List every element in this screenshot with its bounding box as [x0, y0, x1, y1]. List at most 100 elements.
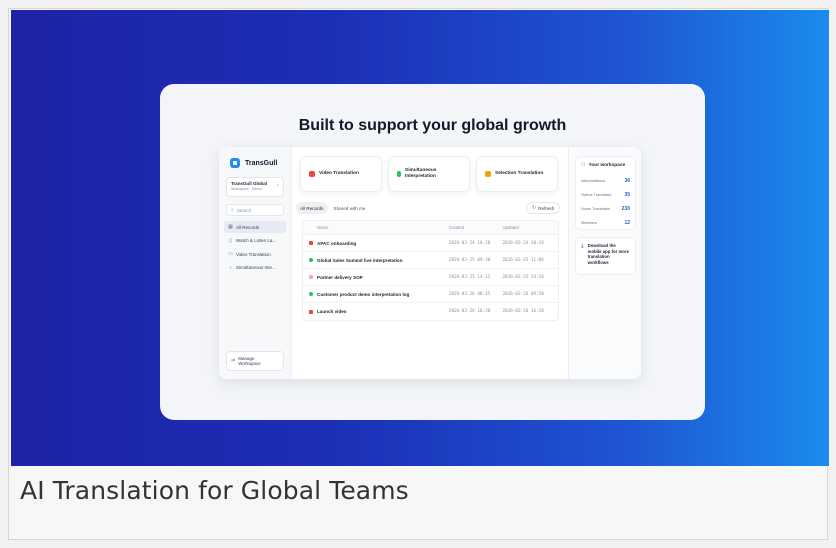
sidebar-item-label: Video Translation: [236, 251, 271, 257]
stat-label: Videos Translated: [581, 193, 612, 197]
search-placeholder: Search: [236, 207, 252, 213]
search-icon: ⌕: [231, 207, 234, 213]
row-name: Launch video: [317, 309, 347, 314]
search-input[interactable]: ⌕ Search: [226, 204, 284, 216]
row-name: APAC onboarding: [317, 240, 357, 246]
row-name: Global Sales Summit live interpretation: [317, 257, 403, 263]
column-updated: Updated: [502, 225, 519, 230]
stat-label: Members: [581, 221, 597, 225]
video-icon: ▭: [228, 251, 233, 257]
row-updated: 2026-03-25 14:20: [502, 274, 544, 280]
workspace-title: Your workspace: [588, 162, 626, 168]
tab-shared-with-me[interactable]: Shared with me: [330, 202, 370, 214]
sliders-icon: ⇌: [231, 358, 236, 364]
sidebar-item-label: Watch & Listen La...: [236, 238, 277, 243]
workspace-role: Workspace · Admin: [231, 187, 263, 191]
table-row[interactable]: Global Sales Summit live interpretation …: [303, 252, 558, 269]
refresh-label: Refresh: [538, 205, 555, 211]
product-panel: Built to support your global growth Tran…: [160, 84, 705, 420]
stat-hours-translated: Hours Translated 230: [581, 202, 630, 216]
sidebar-item-label: All Records: [236, 224, 260, 230]
mic-icon: [397, 171, 401, 177]
sidebar: TransGull TransGull Global Workspace · A…: [219, 147, 292, 379]
row-updated: 2026-03-26 16:28: [502, 309, 544, 314]
row-name-cell: Customer product demo interpretation log: [303, 292, 449, 297]
manage-workspace-button[interactable]: ⇌ Manage Workspace: [226, 351, 284, 371]
manage-workspace-label: Manage Workspace: [238, 355, 261, 367]
sidebar-item-watch-listen[interactable]: ▯ Watch & Listen La...: [224, 235, 286, 247]
workspace-stats-card: ⚇ Your workspace Interpretations 36 Vide…: [575, 156, 636, 230]
tab-all-records[interactable]: All Records: [296, 202, 328, 214]
stat-value: 12: [624, 220, 630, 226]
row-created: 2026-03-26 08:45: [448, 291, 491, 297]
sidebar-item-video-translation[interactable]: ▭ Video Translation: [224, 248, 286, 260]
feature-label: Selection Translation: [495, 171, 544, 176]
stat-value: 35: [624, 192, 630, 198]
stat-members: Members 12: [581, 216, 630, 230]
mic-icon: [309, 292, 313, 296]
sidebar-item-simultaneous-interpretation[interactable]: ♁ Simultaneous Inte...: [224, 262, 286, 274]
brand: TransGull: [230, 158, 277, 168]
stat-label: Hours Translated: [581, 207, 610, 211]
grid-icon: ▦: [228, 224, 233, 230]
chevron-updown-icon: ⌃: [275, 184, 280, 190]
bookmark-icon: ▯: [229, 237, 232, 244]
feature-simultaneous-interpretation[interactable]: Simultaneous Interpretation: [388, 156, 470, 192]
row-name-cell: Partner delivery SOP: [303, 275, 449, 280]
feature-video-translation[interactable]: Video Translation: [300, 156, 382, 192]
mic-icon: ♁: [228, 264, 233, 271]
records-table: Name Created Updated APAC onboarding 202…: [302, 220, 559, 321]
table-row[interactable]: Launch video 2026-03-26 16:20 2026-03-26…: [303, 303, 558, 320]
users-icon: ⚇: [581, 162, 586, 168]
download-app-text: Download the mobile app for more transla…: [587, 243, 629, 265]
headline: Built to support your global growth: [298, 117, 567, 134]
row-updated: 2026-03-26 09:58: [502, 291, 544, 297]
row-name: Partner delivery SOP: [317, 274, 363, 280]
hero-banner: Built to support your global growth Tran…: [11, 10, 829, 466]
table-row[interactable]: APAC onboarding 2026-03-24 10:28 2026-03…: [303, 235, 558, 252]
selection-icon: [485, 171, 491, 177]
row-name-cell: Global Sales Summit live interpretation: [303, 258, 449, 263]
table-header: Name Created Updated: [303, 221, 558, 235]
row-name-cell: APAC onboarding: [303, 241, 449, 246]
main-content: Video Translation Simultaneous Interpret…: [292, 147, 568, 379]
column-created: Created: [448, 225, 465, 230]
stat-value: 230: [621, 206, 630, 212]
sidebar-nav: ▦ All Records ▯ Watch & Listen La... ▭ V…: [224, 221, 286, 275]
row-created: 2026-03-25 14:12: [448, 274, 491, 280]
refresh-button[interactable]: ↻ Refresh: [526, 202, 561, 214]
download-icon: ⤓: [581, 243, 584, 249]
table-row[interactable]: Partner delivery SOP 2026-03-25 14:12 20…: [303, 269, 558, 286]
feature-label: Simultaneous Interpretation: [405, 168, 437, 179]
workspace-switcher[interactable]: TransGull Global Workspace · Admin ⌃: [226, 177, 284, 197]
right-sidebar: ⚇ Your workspace Interpretations 36 Vide…: [568, 147, 641, 379]
app-window: TransGull TransGull Global Workspace · A…: [219, 147, 641, 379]
transgull-logo-icon: [230, 158, 240, 168]
video-icon: [309, 171, 315, 177]
stat-value: 36: [624, 178, 630, 184]
feature-selection-translation[interactable]: Selection Translation: [476, 156, 558, 192]
video-icon: [309, 241, 313, 245]
workspace-stats-title: ⚇ Your workspace: [581, 162, 630, 168]
feature-label: Video Translation: [319, 171, 359, 176]
download-app-card[interactable]: ⤓ Download the mobile app for more trans…: [575, 237, 636, 275]
record-tabs: All Records Shared with me: [296, 202, 369, 214]
row-created: 2026-03-26 16:20: [448, 309, 491, 314]
refresh-icon: ↻: [532, 205, 537, 211]
stat-label: Interpretations: [581, 179, 606, 183]
stat-videos-translated: Videos Translated 35: [581, 188, 630, 202]
row-created: 2026-03-25 09:30: [448, 257, 491, 263]
mic-icon: [309, 258, 313, 262]
caption-title: AI Translation for Global Teams: [20, 476, 409, 505]
sidebar-item-label: Simultaneous Inte...: [236, 265, 276, 270]
document-icon: [309, 275, 313, 279]
column-name: Name: [317, 225, 329, 230]
row-name-cell: Launch video: [303, 309, 449, 314]
sidebar-item-all-records[interactable]: ▦ All Records: [224, 221, 286, 233]
table-row[interactable]: Customer product demo interpretation log…: [303, 286, 558, 303]
stat-interpretations: Interpretations 36: [581, 174, 630, 188]
row-created: 2026-03-24 10:28: [448, 240, 491, 246]
row-updated: 2026-03-25 11:06: [502, 257, 544, 263]
row-updated: 2026-03-24 10:28: [502, 240, 544, 246]
row-name: Customer product demo interpretation log: [317, 291, 410, 297]
